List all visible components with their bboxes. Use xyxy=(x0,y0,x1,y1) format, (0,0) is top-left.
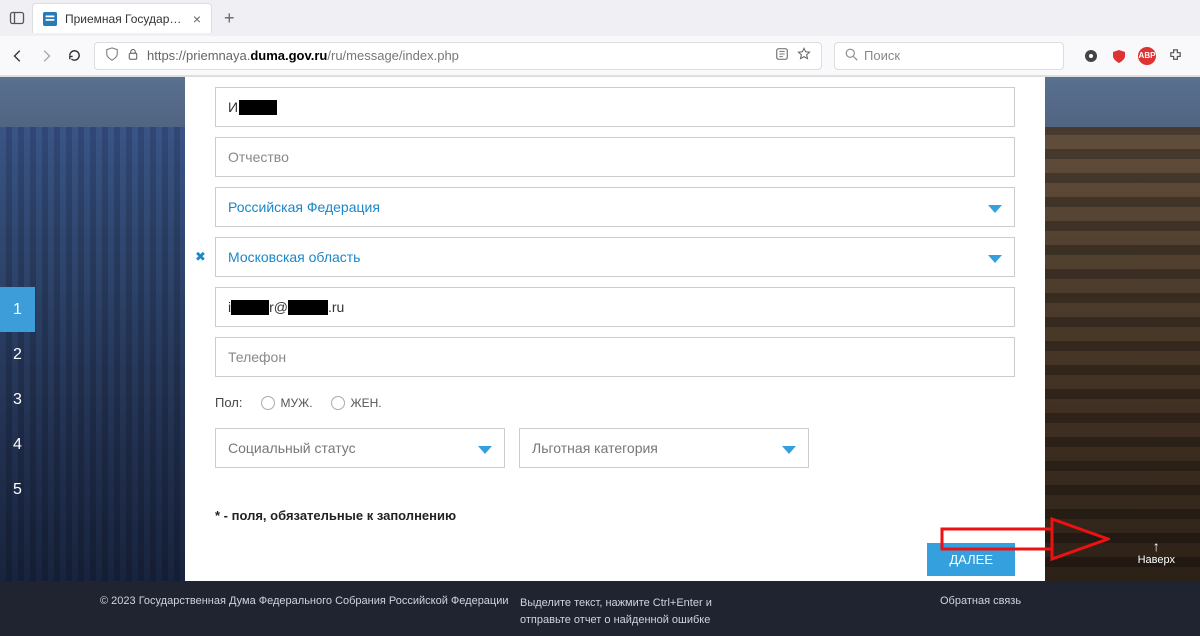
search-icon xyxy=(845,48,858,64)
country-select[interactable]: Российская Федерация xyxy=(215,187,1015,227)
tab-title: Приемная Государственной Д xyxy=(65,12,185,26)
email-field[interactable]: ir@.ru xyxy=(215,287,1015,327)
browser-chrome: Приемная Государственной Д × + https://p… xyxy=(0,0,1200,77)
tab-close-icon[interactable]: × xyxy=(193,11,201,27)
step-indicator: 1 2 3 4 5 xyxy=(0,287,35,512)
browser-tab[interactable]: Приемная Государственной Д × xyxy=(32,3,212,33)
mcafee-icon[interactable] xyxy=(1110,47,1128,65)
nav-bar: https://priemnaya.duma.gov.ru/ru/message… xyxy=(0,36,1200,76)
abp-icon[interactable]: ABP xyxy=(1138,47,1156,65)
extension-dot-icon[interactable] xyxy=(1082,47,1100,65)
phone-field[interactable]: Телефон xyxy=(215,337,1015,377)
patronymic-field[interactable]: Отчество xyxy=(215,137,1015,177)
back-icon[interactable] xyxy=(10,48,26,64)
shield-icon[interactable] xyxy=(105,47,119,64)
gender-male-radio[interactable]: МУЖ. xyxy=(261,396,313,410)
chevron-down-icon xyxy=(988,202,1002,218)
step-5[interactable]: 5 xyxy=(0,467,35,512)
chevron-down-icon xyxy=(988,252,1002,268)
benefit-category-select[interactable]: Льготная категория xyxy=(519,428,809,468)
lock-icon[interactable] xyxy=(127,47,139,64)
form-panel: И Отчество Российская Федерация ✖ Москов… xyxy=(185,77,1045,582)
next-button[interactable]: ДАЛЕЕ xyxy=(927,543,1015,576)
chevron-down-icon xyxy=(782,443,796,459)
tab-bar: Приемная Государственной Д × + xyxy=(0,0,1200,36)
region-value: Московская область xyxy=(228,249,360,265)
clear-region-icon[interactable]: ✖ xyxy=(195,249,206,265)
page-footer: © 2023 Государственная Дума Федерального… xyxy=(0,581,1200,636)
gender-label: Пол: xyxy=(215,395,243,410)
extensions-icon[interactable] xyxy=(1166,47,1184,65)
step-3[interactable]: 3 xyxy=(0,377,35,422)
footer-copyright: © 2023 Государственная Дума Федерального… xyxy=(100,595,520,607)
back-to-top[interactable]: ↑ Наверх xyxy=(1138,538,1175,566)
gender-row: Пол: МУЖ. ЖЕН. xyxy=(215,395,1015,410)
button-row: ДАЛЕЕ xyxy=(215,543,1015,576)
required-note: * - поля, обязательные к заполнению xyxy=(215,508,1015,523)
footer-hint: Выделите текст, нажмите Ctrl+Enter и отп… xyxy=(520,595,940,628)
toolbar-right: ABP xyxy=(1076,47,1190,65)
reader-mode-icon[interactable] xyxy=(775,47,789,64)
radio-circle-icon xyxy=(261,396,275,410)
social-status-placeholder: Социальный статус xyxy=(228,440,356,456)
footer-feedback-link[interactable]: Обратная связь xyxy=(940,595,1100,607)
sidebar-toggle-icon[interactable] xyxy=(8,9,26,27)
region-select[interactable]: Московская область xyxy=(215,237,1015,277)
tab-favicon-icon xyxy=(43,12,57,26)
search-bar[interactable]: Поиск xyxy=(834,42,1064,70)
reload-icon[interactable] xyxy=(66,48,82,64)
bookmark-star-icon[interactable] xyxy=(797,47,811,64)
region-wrap: ✖ Московская область xyxy=(215,237,1015,277)
chevron-down-icon xyxy=(478,443,492,459)
forward-icon[interactable] xyxy=(38,48,54,64)
arrow-up-icon: ↑ xyxy=(1138,538,1175,554)
step-2[interactable]: 2 xyxy=(0,332,35,377)
url-bar[interactable]: https://priemnaya.duma.gov.ru/ru/message… xyxy=(94,42,822,70)
back-to-top-label: Наверх xyxy=(1138,554,1175,566)
country-value: Российская Федерация xyxy=(228,199,380,215)
page-body: 1 2 3 4 5 И Отчество Российская Федераци… xyxy=(0,77,1200,636)
name-value: И xyxy=(228,99,277,116)
new-tab-button[interactable]: + xyxy=(218,8,241,29)
step-1[interactable]: 1 xyxy=(0,287,35,332)
extra-selects-row: Социальный статус Льготная категория xyxy=(215,428,1015,468)
social-status-select[interactable]: Социальный статус xyxy=(215,428,505,468)
gender-female-radio[interactable]: ЖЕН. xyxy=(331,396,382,410)
patronymic-placeholder: Отчество xyxy=(228,149,289,165)
search-placeholder: Поиск xyxy=(864,48,900,63)
phone-placeholder: Телефон xyxy=(228,349,286,365)
benefit-category-placeholder: Льготная категория xyxy=(532,440,658,456)
name-field[interactable]: И xyxy=(215,87,1015,127)
email-value: ir@.ru xyxy=(228,299,344,316)
step-4[interactable]: 4 xyxy=(0,422,35,467)
radio-circle-icon xyxy=(331,396,345,410)
url-text: https://priemnaya.duma.gov.ru/ru/message… xyxy=(147,48,459,63)
